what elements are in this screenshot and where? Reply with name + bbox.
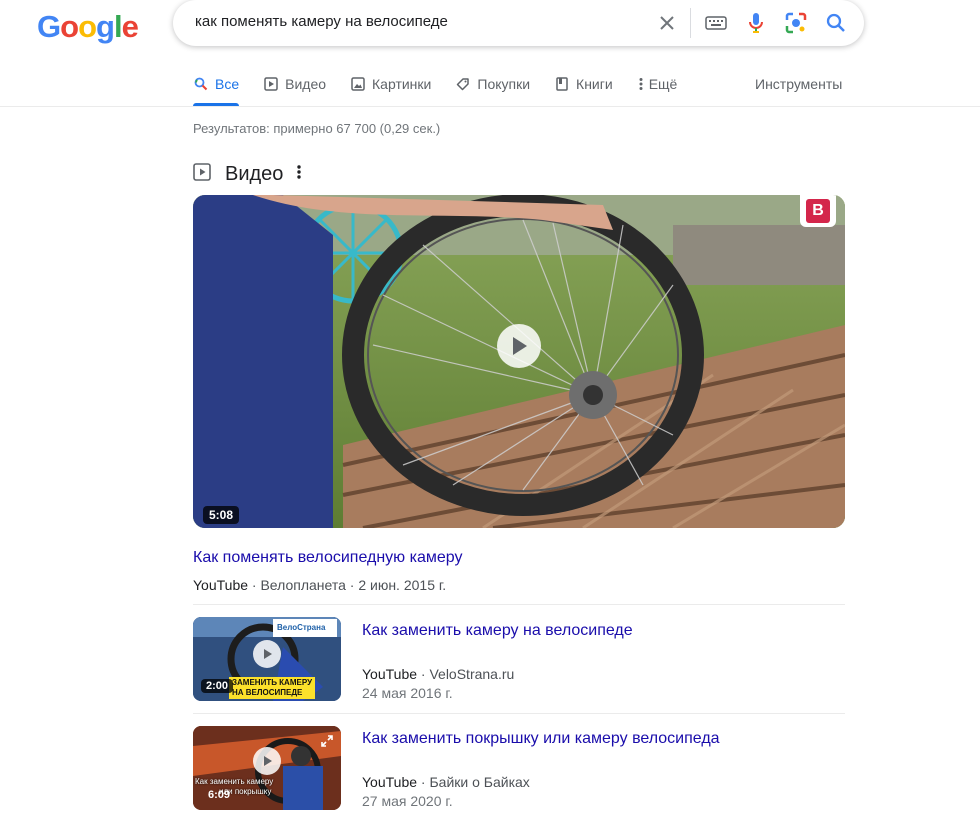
image-icon: [350, 76, 366, 92]
video-thumbnail[interactable]: ВелоСтрана ЗАМЕНИТЬ КАМЕРУ НА ВЕЛОСИПЕДЕ…: [193, 617, 341, 701]
logo-letter: g: [96, 9, 115, 44]
divider: [193, 604, 845, 605]
logo-letter: o: [60, 9, 79, 44]
video-channel: VeloStrana.ru: [429, 666, 515, 682]
separator-dot: ·: [417, 774, 430, 790]
tab-shopping[interactable]: Покупки: [455, 75, 530, 93]
video-section-header: Видео: [193, 163, 302, 186]
header-divider: [0, 106, 980, 107]
more-options-icon[interactable]: [297, 164, 302, 185]
thumbnail-caption-line: НА ВЕЛОСИПЕДЕ: [232, 688, 303, 697]
keyboard-icon[interactable]: [704, 11, 728, 35]
separator-dot: ·: [345, 577, 359, 593]
thumbnail-caption-line: ЗАМЕНИТЬ КАМЕРУ: [232, 678, 313, 687]
channel-logo: B: [800, 195, 836, 227]
tools-button[interactable]: Инструменты: [755, 76, 842, 92]
tab-books[interactable]: Книги: [554, 75, 613, 93]
google-logo[interactable]: Google: [37, 9, 139, 45]
divider: [193, 713, 845, 714]
expand-icon[interactable]: [321, 734, 333, 752]
video-section-title: Видео: [225, 163, 284, 185]
tab-label: Все: [215, 76, 240, 92]
video-channel: Байки о Байках: [429, 774, 530, 790]
tab-label: Книги: [576, 76, 613, 92]
clear-icon[interactable]: [655, 11, 679, 35]
play-icon[interactable]: [497, 324, 541, 368]
camera-lens-icon[interactable]: [784, 11, 808, 35]
video-title-link[interactable]: Как заменить покрышку или камеру велосип…: [362, 730, 720, 748]
thumbnail-brand: ВелоСтрана: [277, 623, 326, 632]
video-date: 2 июн. 2015 г.: [358, 577, 447, 593]
video-source: YouTube: [193, 577, 249, 593]
search-input[interactable]: как поменять камеру на велосипеде: [195, 13, 448, 30]
more-vert-icon: [637, 76, 645, 92]
video-duration: 2:00: [201, 679, 234, 693]
separator-dot: ·: [417, 666, 430, 682]
thumbnail-caption-line: Как заменить камеру: [195, 777, 274, 786]
search-icon: [193, 76, 209, 92]
video-meta: YouTube · Байки о Байках: [362, 774, 530, 790]
result-stats: Результатов: примерно 67 700 (0,29 сек.): [193, 121, 441, 136]
book-icon: [554, 76, 570, 92]
play-icon[interactable]: [253, 747, 281, 775]
video-source: YouTube: [362, 774, 418, 790]
search-box[interactable]: как поменять камеру на велосипеде: [173, 0, 864, 46]
tab-images[interactable]: Картинки: [350, 75, 431, 93]
play-box-icon: [193, 163, 211, 186]
tab-video[interactable]: Видео: [263, 75, 326, 93]
search-icon[interactable]: [824, 11, 848, 35]
video-channel: Велопланета: [260, 577, 346, 593]
logo-letter: o: [78, 9, 97, 44]
video-meta: YouTube · VeloStrana.ru: [362, 666, 514, 682]
video-thumbnail[interactable]: Как заменить камеру или покрышку 6:09: [193, 726, 341, 810]
logo-letter: e: [121, 9, 139, 44]
video-date: 27 мая 2020 г.: [362, 793, 453, 809]
play-box-icon: [263, 76, 279, 92]
video-duration: 6:09: [208, 789, 231, 801]
separator-dot: ·: [248, 577, 261, 593]
play-icon[interactable]: [253, 640, 281, 668]
tab-label: Видео: [285, 76, 327, 92]
microphone-icon[interactable]: [744, 11, 768, 35]
tab-label: Ещё: [648, 76, 678, 92]
thumbnail-caption: ЗАМЕНИТЬ КАМЕРУ НА ВЕЛОСИПЕДЕ: [229, 677, 316, 699]
video-date: 24 мая 2016 г.: [362, 685, 453, 701]
tag-icon: [455, 76, 471, 92]
video-duration: 5:08: [203, 506, 240, 524]
search-tabs: Все Видео Картинки Покупки Книги Ещё: [193, 75, 701, 97]
tab-label: Картинки: [372, 76, 432, 92]
main-video-meta: YouTube · Велопланета · 2 июн. 2015 г.: [193, 577, 446, 593]
logo-letter: G: [37, 9, 61, 44]
tab-all[interactable]: Все: [193, 75, 239, 93]
main-video-title-link[interactable]: Как поменять велосипедную камеру: [193, 549, 462, 567]
main-video-thumbnail[interactable]: B 5:08: [193, 195, 845, 528]
video-source: YouTube: [362, 666, 418, 682]
video-title-link[interactable]: Как заменить камеру на велосипеде: [362, 622, 633, 640]
logo-letter: l: [113, 9, 123, 44]
tab-more[interactable]: Ещё: [637, 75, 678, 93]
tab-label: Покупки: [477, 76, 531, 92]
divider: [690, 8, 691, 38]
